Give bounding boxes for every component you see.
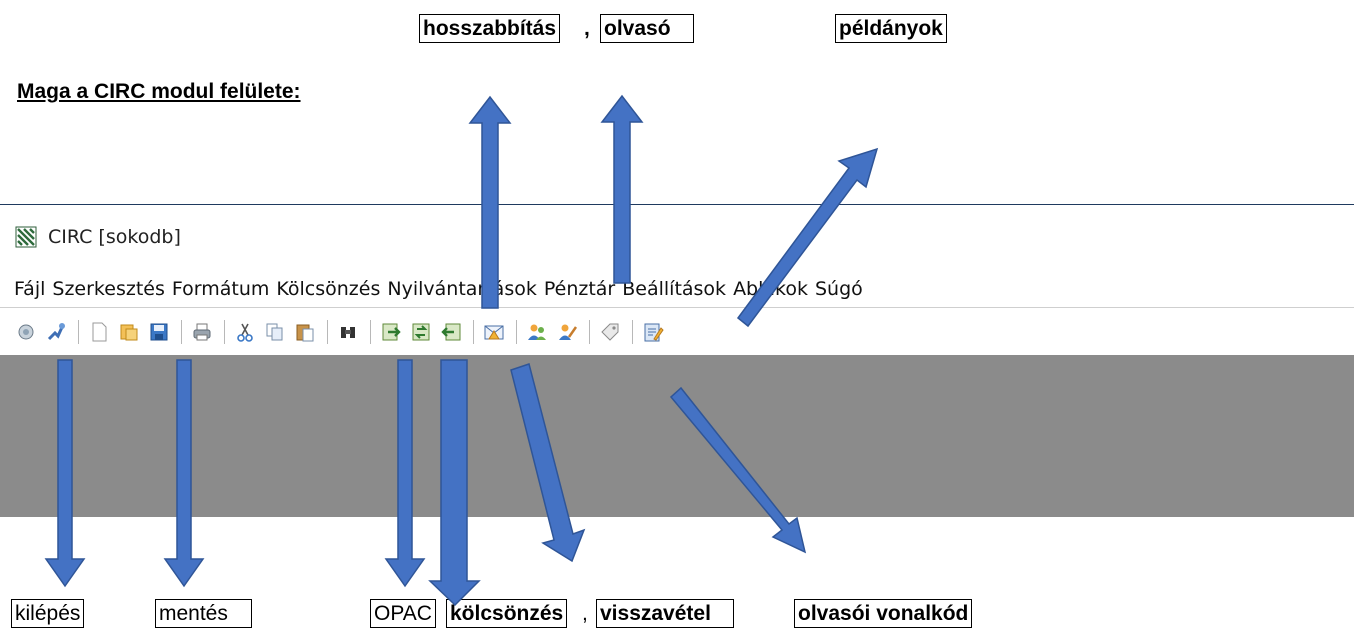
tag-icon[interactable]: [598, 320, 622, 344]
toolbar-separator: [224, 320, 225, 344]
menu-ablakok[interactable]: Ablakok: [733, 278, 808, 300]
loan-icon[interactable]: [379, 320, 403, 344]
menu-beallitasok[interactable]: Beállítások: [622, 278, 726, 300]
separator-line: [0, 204, 1354, 205]
save-icon[interactable]: [147, 320, 171, 344]
workspace-area: [0, 355, 1354, 517]
section-heading: Maga a CIRC modul felülete:: [17, 80, 301, 103]
toolbar-separator: [78, 320, 79, 344]
new-icon[interactable]: [87, 320, 111, 344]
toolbar-separator: [516, 320, 517, 344]
label-olvaso: olvasó: [600, 14, 694, 43]
label-peldanyok: példányok: [835, 14, 947, 43]
toolbar-separator: [589, 320, 590, 344]
message-icon[interactable]: [482, 320, 506, 344]
cut-icon[interactable]: [233, 320, 257, 344]
opac-binoculars-icon[interactable]: [336, 320, 360, 344]
label-hosszabbitas: hosszabbítás: [419, 14, 561, 43]
exit-icon[interactable]: [44, 320, 68, 344]
return-icon[interactable]: [439, 320, 463, 344]
toolbar-separator: [327, 320, 328, 344]
label-comma-bottom: ,: [582, 602, 588, 625]
menu-divider: [0, 307, 1354, 308]
label-comma-top: ,: [584, 17, 590, 40]
renew-icon[interactable]: [409, 320, 433, 344]
menu-kolcsonzes[interactable]: Kölcsönzés: [276, 278, 380, 300]
reader-icon[interactable]: [525, 320, 549, 344]
reader-barcode-icon[interactable]: [555, 320, 579, 344]
copies-icon[interactable]: [641, 320, 665, 344]
label-opac: OPAC: [370, 599, 436, 628]
toolbar-separator: [632, 320, 633, 344]
label-visszavetel: visszavétel: [596, 599, 734, 628]
window-titlebar: CIRC [sokodb]: [14, 220, 181, 254]
menu-nyilvantartasok[interactable]: Nyilvántartások: [387, 278, 536, 300]
toolbar-separator: [181, 320, 182, 344]
label-mentes: mentés: [155, 599, 252, 628]
toolbar: [14, 316, 671, 348]
circ-app-icon: [15, 226, 37, 248]
paste-icon[interactable]: [293, 320, 317, 344]
label-kolcsonzes: kölcsönzés: [446, 599, 568, 628]
label-olvasoi-vonalkod: olvasói vonalkód: [794, 599, 973, 628]
menu-bar: Fájl Szerkesztés Formátum Kölcsönzés Nyi…: [14, 274, 870, 304]
toolbar-separator: [473, 320, 474, 344]
connect-icon[interactable]: [14, 320, 38, 344]
print-icon[interactable]: [190, 320, 214, 344]
copy-icon[interactable]: [263, 320, 287, 344]
label-kilepes: kilépés: [11, 599, 85, 628]
menu-szerkesztes[interactable]: Szerkesztés: [52, 278, 164, 300]
window-title: CIRC [sokodb]: [48, 226, 181, 248]
open-icon[interactable]: [117, 320, 141, 344]
menu-fajl[interactable]: Fájl: [14, 278, 45, 300]
menu-formatum[interactable]: Formátum: [172, 278, 270, 300]
menu-penztar[interactable]: Pénztár: [544, 278, 615, 300]
toolbar-separator: [370, 320, 371, 344]
menu-sugo[interactable]: Súgó: [815, 278, 863, 300]
arrow-olvaso: [600, 94, 644, 284]
